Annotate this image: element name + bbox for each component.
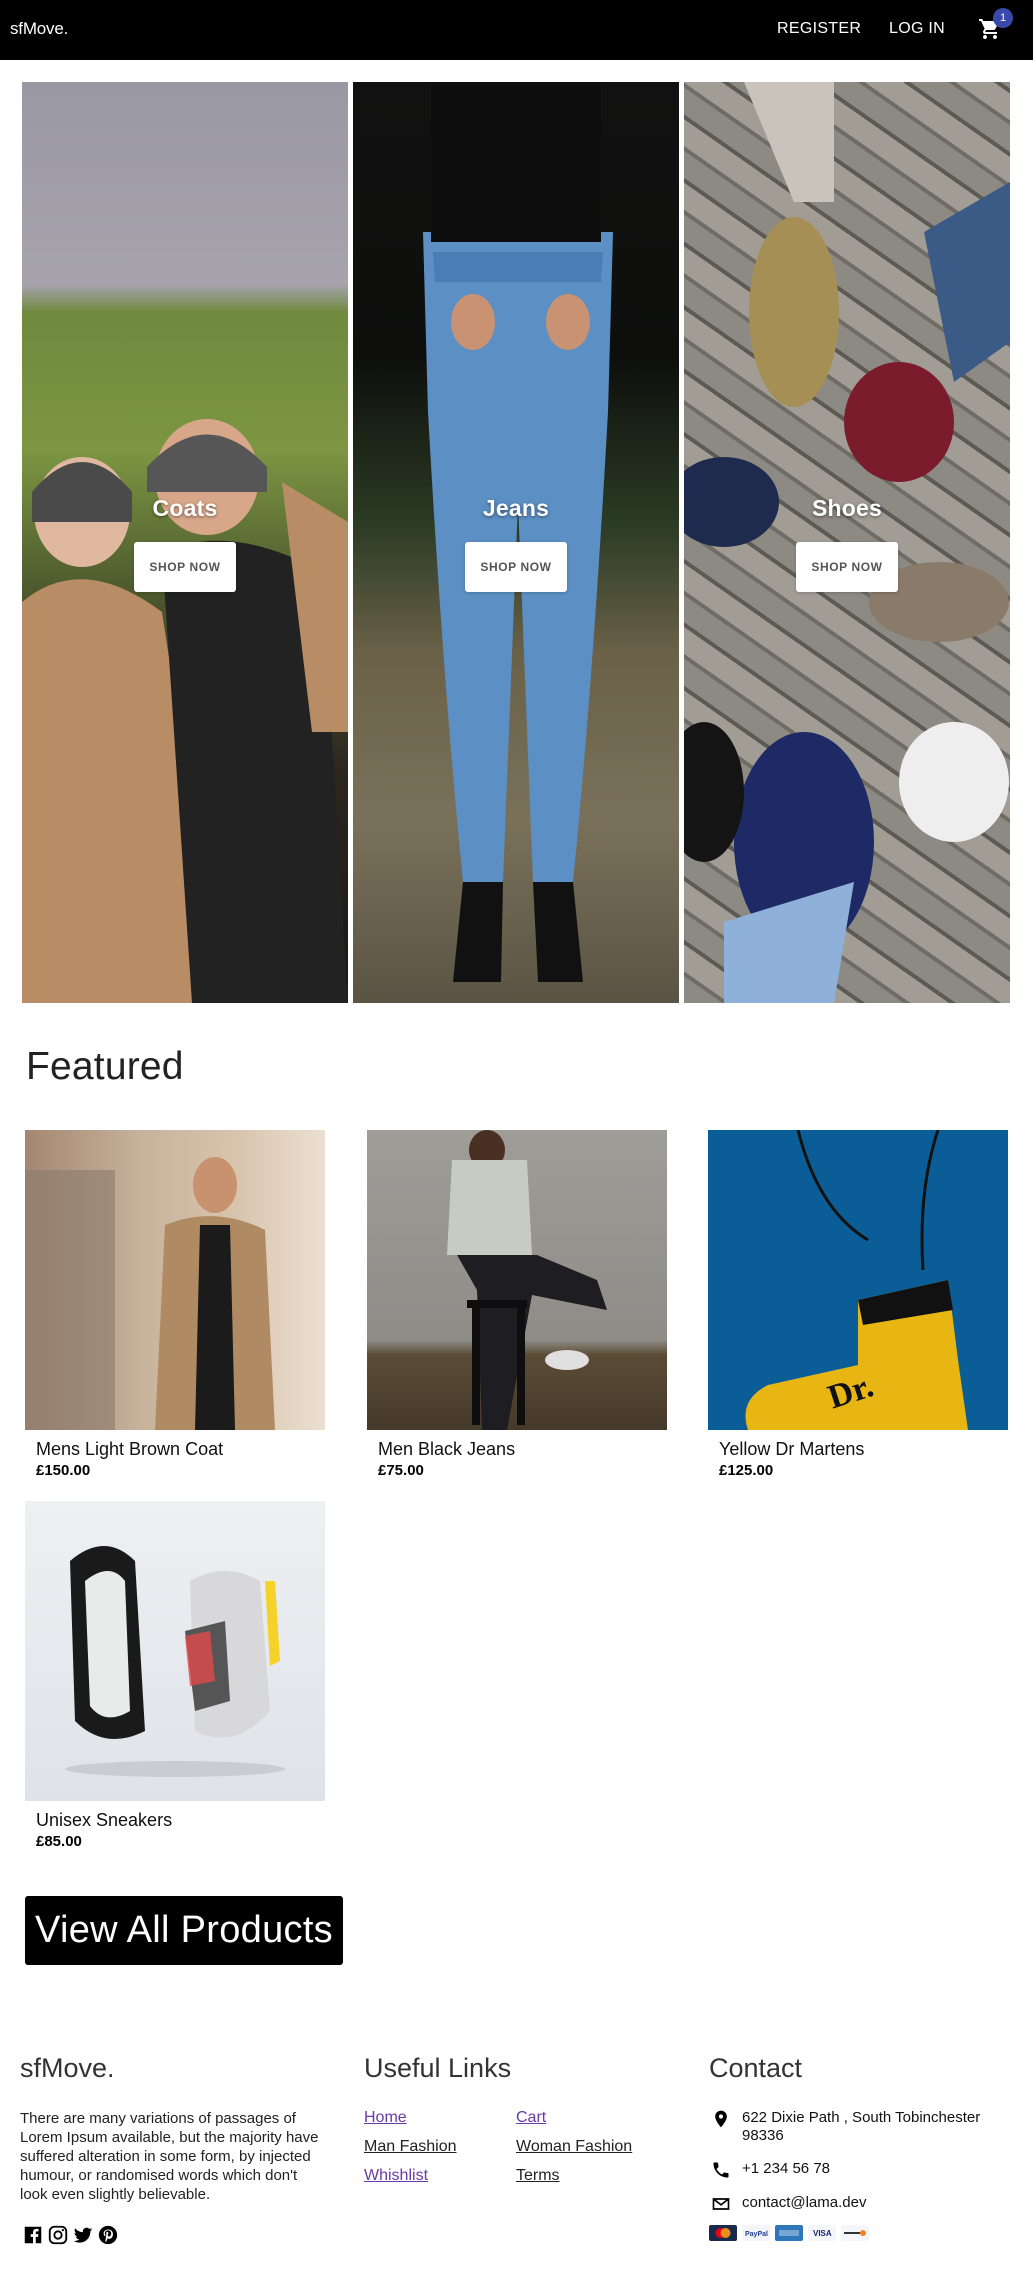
shop-now-button[interactable]: SHOP NOW (796, 542, 898, 592)
discover-icon (841, 2225, 869, 2246)
product-name[interactable]: Yellow Dr Martens (719, 1439, 1008, 1460)
mail-icon (711, 2194, 731, 2214)
contact-heading: Contact (709, 2053, 803, 2083)
shop-now-button[interactable]: SHOP NOW (465, 542, 567, 592)
product-name[interactable]: Mens Light Brown Coat (36, 1439, 325, 1460)
login-link[interactable]: LOG IN (889, 20, 945, 38)
category-title: Coats (152, 495, 218, 521)
category-coats[interactable]: Coats SHOP NOW (22, 82, 348, 1003)
phone-text: +1 234 56 78 (742, 2160, 831, 2177)
navbar: sfMove. REGISTER LOG IN 1 (0, 0, 1033, 60)
product-price: £75.00 (378, 1462, 424, 1479)
cart-button[interactable]: 1 (978, 8, 1013, 45)
category-shoes[interactable]: Shoes SHOP NOW (684, 82, 1010, 1003)
address-text: 622 Dixie Path , South Tobinchester 9833… (742, 2109, 981, 2144)
visa-icon: VISA (808, 2225, 836, 2246)
pinterest-icon[interactable] (97, 2224, 119, 2246)
cart-icon (978, 19, 1002, 45)
brand-logo[interactable]: sfMove. (10, 19, 68, 39)
footer-link-home[interactable]: Home (364, 2109, 407, 2127)
product-image[interactable]: Dr. (708, 1130, 1008, 1430)
product-price: £125.00 (719, 1462, 774, 1479)
product-image[interactable] (367, 1130, 667, 1430)
category-title: Shoes (811, 495, 883, 521)
footer-link-wishlist[interactable]: Whishlist (364, 2167, 428, 2185)
product-card[interactable]: Mens Light Brown Coat £150.00 (25, 1130, 325, 1479)
footer-link-man-fashion[interactable]: Man Fashion (364, 2138, 457, 2156)
instagram-icon[interactable] (47, 2224, 69, 2246)
product-card[interactable]: Unisex Sneakers £85.00 (25, 1501, 325, 1850)
svg-text:PayPal: PayPal (745, 2231, 768, 2238)
mastercard-icon (709, 2225, 737, 2246)
category-title: Jeans (482, 495, 550, 521)
twitter-icon[interactable] (72, 2224, 94, 2246)
category-jeans[interactable]: Jeans SHOP NOW (353, 82, 679, 1003)
amex-icon (775, 2225, 803, 2246)
cart-count-badge: 1 (993, 8, 1013, 28)
location-pin-icon (711, 2109, 731, 2129)
product-image[interactable] (25, 1501, 325, 1801)
product-name[interactable]: Unisex Sneakers (36, 1810, 325, 1831)
footer-link-terms[interactable]: Terms (516, 2167, 560, 2185)
product-price: £150.00 (36, 1462, 91, 1479)
footer-description: There are many variations of passages of… (20, 2110, 319, 2203)
svg-text:VISA: VISA (813, 2229, 832, 2238)
phone-icon (711, 2160, 731, 2180)
footer-link-woman-fashion[interactable]: Woman Fashion (516, 2138, 632, 2156)
payment-methods: PayPal VISA (709, 2225, 869, 2246)
social-links (22, 2224, 119, 2246)
paypal-icon: PayPal (742, 2225, 770, 2246)
product-card[interactable]: Dr. Yellow Dr Martens £125.00 (708, 1130, 1008, 1479)
footer-link-cart[interactable]: Cart (516, 2109, 546, 2127)
facebook-icon[interactable] (22, 2224, 44, 2246)
product-name[interactable]: Men Black Jeans (378, 1439, 667, 1460)
featured-heading: Featured (26, 1045, 184, 1088)
view-all-products-button[interactable]: View All Products (25, 1896, 343, 1965)
useful-links-heading: Useful Links (364, 2053, 512, 2083)
email-text: contact@lama.dev (742, 2194, 867, 2211)
register-link[interactable]: REGISTER (777, 20, 861, 38)
product-price: £85.00 (36, 1833, 82, 1850)
footer-brand: sfMove. (20, 2053, 115, 2083)
product-card[interactable]: Men Black Jeans £75.00 (367, 1130, 667, 1479)
product-image[interactable] (25, 1130, 325, 1430)
shop-now-button[interactable]: SHOP NOW (134, 542, 236, 592)
